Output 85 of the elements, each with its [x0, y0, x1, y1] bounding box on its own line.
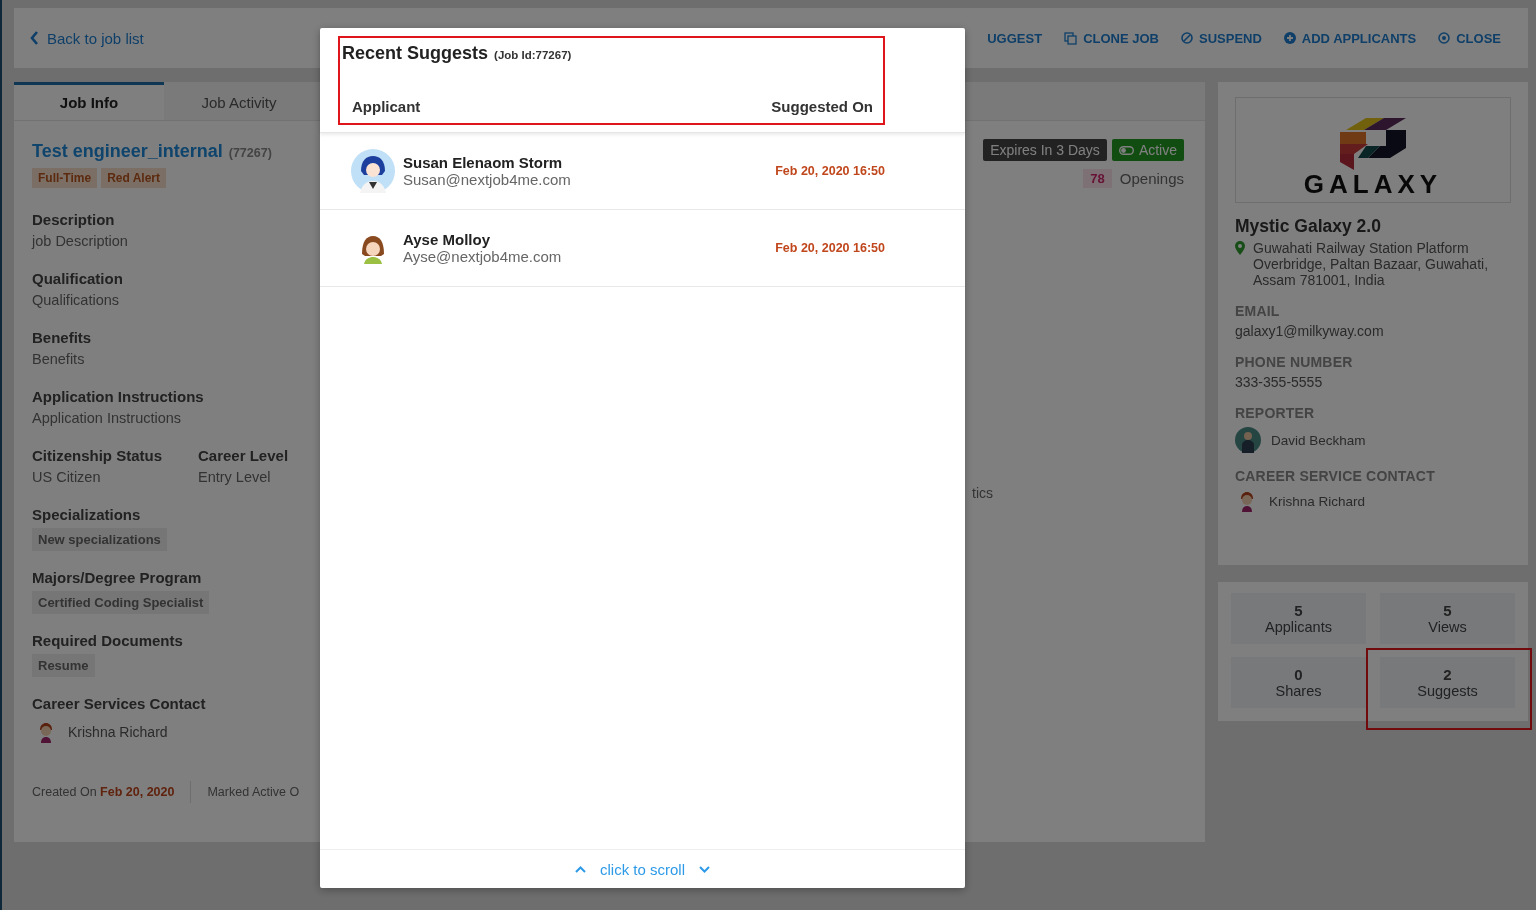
stat-tile[interactable]: 5 Applicants — [1231, 593, 1366, 644]
action-button[interactable]: ADD APPLICANTS — [1283, 30, 1417, 46]
section-heading: Specializations — [32, 505, 142, 525]
section-value: US Citizen — [32, 468, 102, 487]
applicant-name[interactable]: Ayse Molloy — [403, 231, 776, 248]
person-name: Krishna Richard — [68, 724, 168, 740]
job-id: (77267) — [228, 146, 272, 160]
section-heading: Career Level — [198, 446, 290, 466]
openings-count: 78 — [1083, 169, 1112, 188]
chevron-down-icon[interactable] — [699, 865, 710, 873]
map-pin-icon — [1235, 241, 1245, 255]
stat-label: Applicants — [1265, 619, 1332, 635]
stat-count: 2 — [1443, 666, 1452, 683]
modal-title: Recent Suggests — [342, 43, 489, 64]
action-button[interactable]: SUSPEND — [1181, 30, 1262, 46]
section-heading: Description — [32, 210, 116, 230]
scroll-link[interactable]: click to scroll — [600, 860, 685, 878]
section-heading: Required Documents — [32, 631, 184, 651]
chip: Resume — [32, 654, 95, 677]
section-value: Qualifications — [32, 291, 121, 310]
expiry-badge: Expires In 3 Days — [983, 139, 1107, 161]
openings-label: Openings — [1119, 170, 1184, 187]
section-heading: Majors/Degree Program — [32, 568, 203, 588]
stat-label: Suggests — [1417, 683, 1478, 699]
plus-circle-icon — [1283, 32, 1296, 44]
action-button[interactable]: UGGEST — [987, 30, 1043, 46]
back-link[interactable]: Back to job list — [30, 29, 144, 47]
modal-subtitle: (Job Id:77267) — [494, 49, 572, 61]
suggested-date: Feb 20, 2020 16:50 — [775, 241, 885, 255]
stat-count: 5 — [1443, 602, 1452, 619]
action-button[interactable]: CLONE JOB — [1064, 30, 1159, 46]
section-heading: Benefits — [32, 328, 93, 348]
column-header: Suggested On — [771, 98, 873, 115]
action-button[interactable]: CLOSE — [1438, 30, 1501, 46]
field-label: REPORTER — [1235, 405, 1316, 421]
field-value: galaxy1@milkyway.com — [1235, 323, 1385, 339]
job-tag: Red Alert — [101, 168, 167, 188]
section-value: Application Instructions — [32, 409, 183, 428]
avatar-icon — [1235, 427, 1261, 453]
dot-circle-icon — [1438, 32, 1451, 44]
section-value: Entry Level — [198, 468, 272, 487]
field-label: PHONE NUMBER — [1235, 354, 1354, 370]
section-heading: Application Instructions — [32, 387, 205, 407]
section-value: job Description — [32, 232, 129, 251]
section-heading: Qualification — [32, 269, 124, 289]
copy-icon — [1064, 31, 1078, 45]
field-value: 333-355-5555 — [1235, 374, 1324, 390]
applicant-name[interactable]: Susan Elenaom Storm — [403, 154, 776, 171]
stat-tile[interactable]: 2 Suggests — [1380, 657, 1515, 708]
company-address: Guwahati Railway Station Platform Overbridge, Paltan Bazaar, Guwahati, Assam 781001, India — [1253, 240, 1490, 288]
stat-label: Shares — [1275, 683, 1322, 699]
toggle-icon — [1118, 145, 1134, 155]
marked-active-text: Marked Active O — [207, 785, 300, 799]
logo-text: GALAXY — [1303, 170, 1443, 198]
person-name: David Beckham — [1271, 432, 1366, 448]
section-value: Benefits — [32, 350, 86, 369]
field-label: CAREER SERVICE CONTACT — [1235, 468, 1436, 484]
section-text: tics — [972, 485, 993, 501]
job-tag: Full-Time — [32, 168, 98, 188]
stat-label: Views — [1428, 619, 1467, 635]
stat-count: 0 — [1294, 666, 1303, 683]
chip: New specializations — [32, 528, 167, 551]
avatar-icon — [351, 149, 395, 193]
tab[interactable]: Job Activity — [164, 82, 314, 120]
logo-mark-icon — [1340, 118, 1406, 170]
job-title[interactable]: Test engineer_internal — [32, 141, 223, 162]
person-name: Krishna Richard — [1269, 493, 1366, 509]
section-heading: Citizenship Status — [32, 446, 163, 466]
chip: Certified Coding Specialist — [32, 591, 210, 614]
stat-count: 5 — [1294, 602, 1303, 619]
company-name: Mystic Galaxy 2.0 — [1235, 216, 1382, 237]
section-heading: Career Services Contact — [32, 694, 207, 714]
applicant-email: Ayse@nextjob4me.com — [403, 248, 563, 265]
ban-icon — [1181, 32, 1193, 44]
chevron-left-icon — [30, 31, 39, 45]
chevron-up-icon[interactable] — [575, 865, 586, 873]
applicant-email: Susan@nextjob4me.com — [403, 171, 572, 188]
stat-tile[interactable]: 0 Shares — [1231, 657, 1366, 708]
status-badge: Active — [1111, 139, 1184, 161]
stat-tile[interactable]: 5 Views — [1380, 593, 1515, 644]
suggested-date: Feb 20, 2020 16:50 — [775, 164, 885, 178]
column-header: Applicant — [352, 98, 421, 115]
tab[interactable]: Job Info — [14, 82, 164, 120]
created-on-text: Created On Feb 20, 2020 — [32, 781, 192, 803]
field-label: EMAIL — [1235, 303, 1281, 319]
